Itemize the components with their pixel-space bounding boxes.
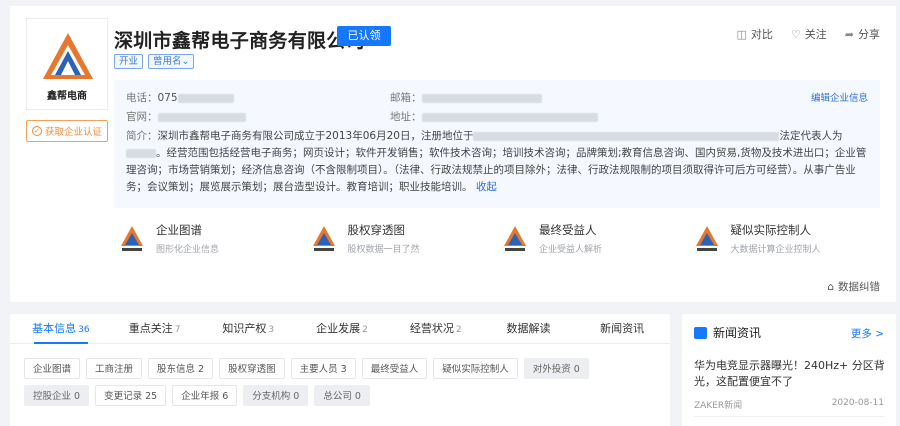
feature-actual-controller[interactable]: 疑似实际控制人 大数据计算企业控制人 — [689, 218, 881, 264]
feature-equity-chart[interactable]: 股权穿透图 股权数据一目了然 — [306, 218, 498, 264]
news-date: 2020-08-11 — [831, 398, 884, 408]
chip-investments[interactable]: 对外投资 0 — [523, 358, 589, 379]
top-actions: ◫ 对比 ♡ 关注 ➦ 分享 — [737, 26, 881, 42]
chip-head-office[interactable]: 总公司 0 — [314, 385, 370, 406]
chip-branches[interactable]: 分支机构 0 — [243, 385, 309, 406]
phone-row: 电话：075 — [126, 90, 234, 105]
sub-section-chips: 企业图谱 工商注册 股东信息 2 股权穿透图 主要人员 3 最终受益人 疑似实际… — [10, 344, 650, 406]
company-logo-icon — [504, 226, 526, 251]
news-heading: 新闻资讯 — [694, 324, 761, 341]
logo-triangle-icon — [43, 33, 93, 79]
news-more-link[interactable]: 更多 > — [851, 326, 884, 341]
company-logo: 鑫帮电商 — [26, 18, 108, 110]
chip-shareholders[interactable]: 股东信息 2 — [148, 358, 214, 379]
news-icon — [694, 326, 707, 339]
collapse-link[interactable]: 收起 — [476, 181, 497, 193]
certificate-icon: ✓ — [31, 126, 42, 136]
tab-data-analysis[interactable]: 数据解读 — [483, 314, 577, 343]
company-card: 鑫帮电商 ✓ 获取企业认证 深圳市鑫帮电子商务有限公司 已认领 开业 曾用名⌄ … — [10, 6, 896, 302]
tabs-card: 基本信息 36 重点关注 7 知识产权 3 企业发展 2 经营状况 2 数据解读 新闻资讯… — [10, 314, 670, 426]
tab-development[interactable]: 企业发展 2 — [295, 314, 389, 343]
chip-holding-companies[interactable]: 控股企业 0 — [24, 385, 90, 406]
chip-actual-controller[interactable]: 疑似实际控制人 — [433, 358, 518, 379]
company-logo-icon — [121, 226, 143, 251]
data-correction-button[interactable]: ⌂ 数据纠错 — [827, 279, 880, 294]
info-panel: 电话：075 邮箱： 编辑企业信息 官网： 地址： 简介：深圳市鑫帮电子商务有限… — [114, 80, 880, 208]
former-name-dropdown[interactable]: 曾用名⌄ — [148, 54, 195, 69]
status-tags: 开业 曾用名⌄ — [114, 54, 195, 69]
status-badge-open: 开业 — [114, 54, 144, 69]
chip-change-records[interactable]: 变更记录 25 — [95, 385, 167, 406]
compare-button[interactable]: ◫ 对比 — [737, 26, 773, 42]
feature-ultimate-beneficiary[interactable]: 最终受益人 企业受益人解析 — [497, 218, 689, 264]
logo-text: 鑫帮电商 — [47, 91, 87, 102]
company-name: 深圳市鑫帮电子商务有限公司 — [114, 30, 365, 52]
tab-operations[interactable]: 经营状况 2 — [389, 314, 483, 343]
share-icon: ➦ — [844, 27, 854, 41]
chip-company-graph[interactable]: 企业图谱 — [24, 358, 81, 379]
address-row: 地址： — [390, 109, 598, 124]
news-item-title[interactable]: 华为电竞显示器曝光！240Hz+ 分区背光，这配置便宜不了 — [694, 358, 886, 390]
news-source: ZAKER新闻 — [694, 401, 743, 411]
chip-business-registration[interactable]: 工商注册 — [86, 358, 143, 379]
redacted-register-address — [473, 131, 780, 141]
heart-icon: ♡ — [790, 27, 801, 41]
news-card: 新闻资讯 更多 > 华为电竞显示器曝光！240Hz+ 分区背光，这配置便宜不了 … — [682, 314, 896, 426]
section-tabs: 基本信息 36 重点关注 7 知识产权 3 企业发展 2 经营状况 2 数据解读 新闻资讯 — [10, 314, 670, 344]
correction-icon: ⌂ — [827, 280, 834, 293]
website-row: 官网： — [126, 109, 246, 124]
redacted-email — [421, 93, 542, 103]
company-logo-icon — [695, 226, 718, 251]
chip-ultimate-beneficiary[interactable]: 最终受益人 — [361, 358, 428, 379]
company-brief: 简介：深圳市鑫帮电子商务有限公司成立于2013年06月20日，注册地位于 法定代表… — [126, 130, 867, 193]
redacted-address — [421, 112, 598, 122]
chip-key-personnel[interactable]: 主要人员 3 — [290, 358, 356, 379]
email-row: 邮箱： — [390, 90, 542, 105]
tab-news[interactable]: 新闻资讯 — [576, 314, 670, 343]
company-logo-icon — [312, 226, 335, 251]
chip-equity-chart[interactable]: 股权穿透图 — [219, 358, 285, 379]
follow-button[interactable]: ♡ 关注 — [791, 26, 827, 42]
feature-list: 企业图谱 图形化企业信息 股权穿透图 股权数据一目了然 最终受益人 企业受益人解… — [114, 218, 880, 264]
tab-basic-info[interactable]: 基本信息 36 — [14, 314, 108, 344]
redacted-phone — [177, 93, 234, 103]
phone-value: 075 — [157, 92, 178, 104]
redacted-legal-rep — [126, 148, 156, 158]
feature-company-graph[interactable]: 企业图谱 图形化企业信息 — [114, 218, 306, 264]
edit-company-info-link[interactable]: 编辑企业信息 — [811, 90, 868, 104]
tab-key-focus[interactable]: 重点关注 7 — [108, 314, 202, 343]
claimed-badge[interactable]: 已认领 — [337, 26, 391, 46]
tab-ip[interactable]: 知识产权 3 — [201, 314, 295, 343]
share-button[interactable]: ➦ 分享 — [845, 26, 880, 42]
chip-annual-reports[interactable]: 企业年报 6 — [172, 385, 238, 406]
divider — [694, 416, 884, 417]
compare-icon: ◫ — [736, 27, 747, 41]
redacted-website — [157, 112, 246, 122]
cert-label: 获取企业认证 — [44, 127, 102, 138]
get-certification-button[interactable]: ✓ 获取企业认证 — [26, 120, 108, 142]
